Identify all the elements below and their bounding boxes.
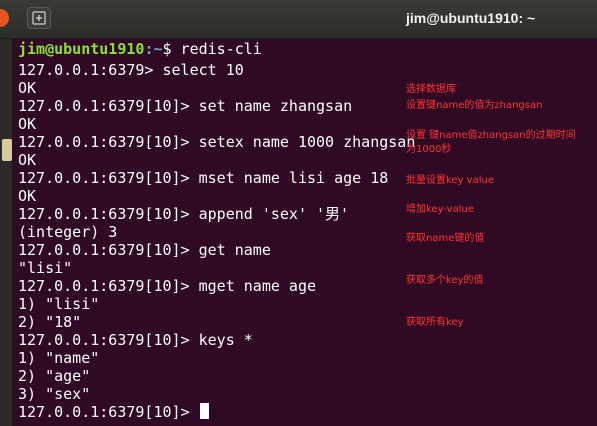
annotation-setex-duration: 为1000秒 xyxy=(406,144,452,155)
annotation-setex: 设置 键name值zhangsan的过期时间 xyxy=(406,130,576,141)
prompt-user: jim@ubuntu1910 xyxy=(18,40,145,58)
title-bar: jim@ubuntu1910: ~ xyxy=(0,0,597,39)
terminal-line: OK xyxy=(18,79,37,97)
annotation-mset: 批量设置key value xyxy=(406,175,494,186)
terminal-line: 127.0.0.1:6379[10]> mget name age xyxy=(18,277,317,295)
terminal-line: OK xyxy=(18,115,37,133)
active-prompt-line[interactable]: 127.0.0.1:6379[10]> xyxy=(18,403,209,421)
text-cursor xyxy=(199,403,209,419)
terminal-line: 2) "18" xyxy=(18,313,82,331)
terminal-line: OK xyxy=(18,151,37,169)
background-window-badge xyxy=(2,139,12,161)
terminal-line: (integer) 3 xyxy=(18,223,118,241)
annotation-get: 获取name键的值 xyxy=(406,233,485,244)
close-icon[interactable] xyxy=(0,9,9,27)
annotation-mget: 获取多个key的值 xyxy=(406,275,484,286)
terminal-line: 127.0.0.1:6379[10]> append 'sex' '男' xyxy=(18,205,350,223)
new-tab-button[interactable] xyxy=(27,7,51,29)
terminal-line: 127.0.0.1:6379[10]> keys * xyxy=(18,331,253,349)
terminal-line: 2) "age" xyxy=(18,367,91,385)
terminal-line: OK xyxy=(18,187,37,205)
prompt-path: :~ xyxy=(144,40,163,58)
terminal-line: "lisi" xyxy=(18,259,73,277)
terminal-line: 127.0.0.1:6379> select 10 xyxy=(18,61,244,79)
annotation-select-db: 选择数据库 xyxy=(406,84,456,95)
annotation-set: 设置键name的值为zhangsan xyxy=(406,100,543,111)
window-title: jim@ubuntu1910: ~ xyxy=(406,10,536,26)
annotation-append: 增加key-value xyxy=(406,204,474,215)
terminal-line: 1) "lisi" xyxy=(18,295,100,313)
prompt-command: $ redis-cli xyxy=(162,40,262,58)
terminal-output[interactable]: jim@ubuntu1910:~$ redis-cli 127.0.0.1:63… xyxy=(12,39,597,426)
terminal-line: 127.0.0.1:6379[10]> setex name 1000 zhan… xyxy=(18,133,416,151)
new-tab-icon xyxy=(32,11,46,25)
terminal-line: 127.0.0.1:6379[10]> get name xyxy=(18,241,271,259)
background-window-edge xyxy=(0,39,12,426)
terminal-line: 3) "sex" xyxy=(18,385,91,403)
active-prompt: 127.0.0.1:6379[10]> xyxy=(18,403,199,421)
terminal-line: 127.0.0.1:6379[10]> set name zhangsan xyxy=(18,97,353,115)
terminal-line: 1) "name" xyxy=(18,349,100,367)
annotation-keys: 获取所有key xyxy=(406,317,464,328)
prompt-line: jim@ubuntu1910:~$ redis-cli xyxy=(18,40,262,58)
terminal-line: 127.0.0.1:6379[10]> mset name lisi age 1… xyxy=(18,169,389,187)
